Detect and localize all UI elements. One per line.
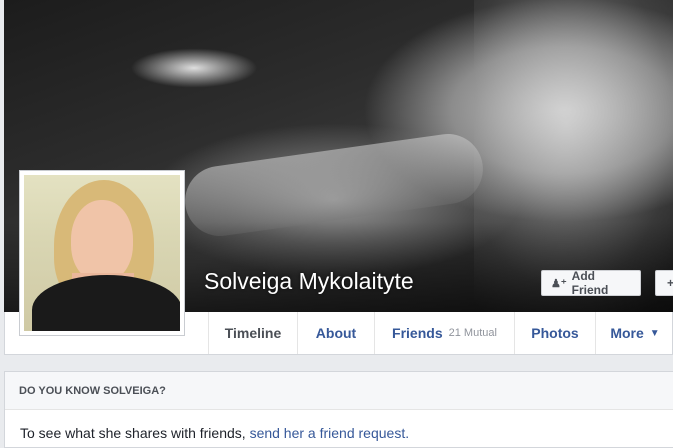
mutual-friends-count: 21 Mutual xyxy=(448,327,497,339)
profile-name[interactable]: Solveiga Mykolaityte xyxy=(204,268,414,295)
photo-dress xyxy=(32,275,180,331)
know-panel-heading: DO YOU KNOW SOLVEIGA? xyxy=(5,372,673,410)
plus-icon: + xyxy=(667,276,673,290)
profile-photo xyxy=(24,175,180,331)
photo-face xyxy=(71,200,133,282)
tab-label: About xyxy=(315,325,357,341)
profile-picture[interactable] xyxy=(19,170,185,336)
tab-more[interactable]: More ▼ xyxy=(595,312,673,354)
person-plus-icon: ♟⁺ xyxy=(551,277,567,290)
more-actions-button[interactable]: + xyxy=(655,270,673,296)
add-friend-button[interactable]: ♟⁺ Add Friend xyxy=(541,269,641,297)
tab-friends[interactable]: Friends 21 Mutual xyxy=(374,312,514,354)
tab-label: Friends xyxy=(392,325,443,341)
tab-label: Photos xyxy=(531,325,579,341)
chevron-down-icon: ▼ xyxy=(649,327,660,339)
know-panel: DO YOU KNOW SOLVEIGA? To see what she sh… xyxy=(4,371,673,448)
know-panel-text: To see what she shares with friends, xyxy=(20,425,250,441)
tab-photos[interactable]: Photos xyxy=(514,312,595,354)
tab-timeline[interactable]: Timeline xyxy=(208,312,297,354)
know-panel-body: To see what she shares with friends, sen… xyxy=(5,410,673,441)
friend-request-link[interactable]: send her a friend request. xyxy=(250,425,410,441)
add-friend-label: Add Friend xyxy=(571,269,609,297)
tab-label: Timeline xyxy=(224,325,282,341)
tab-label: More xyxy=(610,325,644,341)
tab-about[interactable]: About xyxy=(297,312,374,354)
